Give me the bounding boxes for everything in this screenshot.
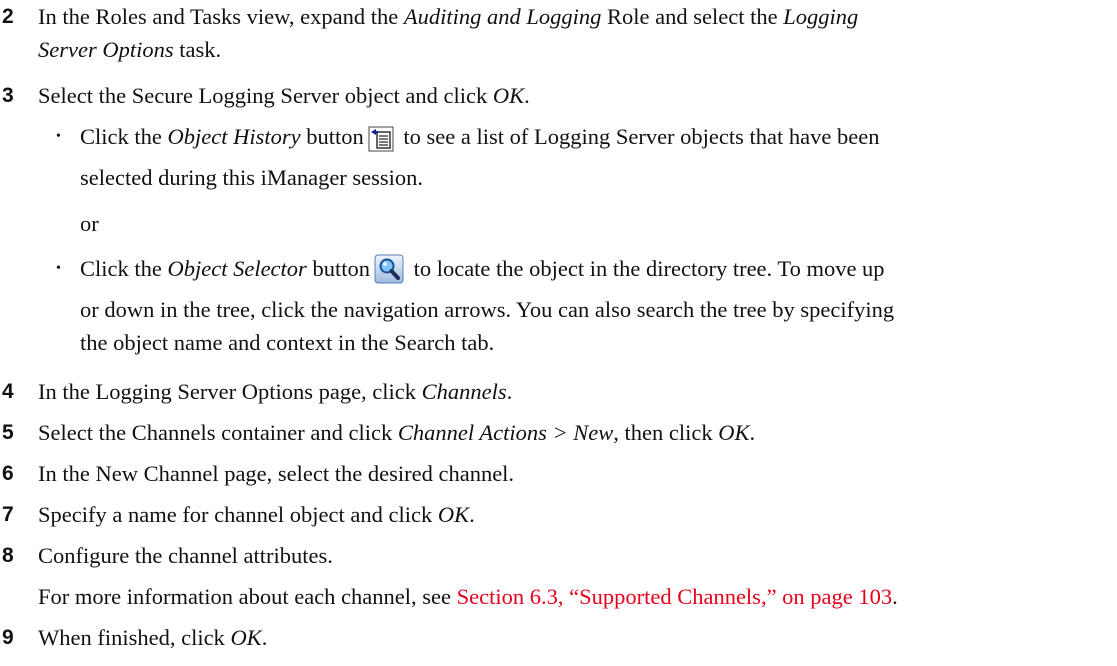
text: button <box>306 256 370 281</box>
object-selector-icon[interactable] <box>374 254 404 293</box>
step-text: Configure the channel attributes. <box>38 543 333 568</box>
step-number: 3 <box>2 84 14 107</box>
text: Select the Secure Logging Server object … <box>38 83 493 108</box>
step-text: In the New Channel page, select the desi… <box>38 461 515 486</box>
text-italic: Auditing and Logging <box>403 4 602 29</box>
step-text: Select the Secure Logging Server object … <box>38 79 1108 112</box>
text: For more information about each channel,… <box>38 584 457 609</box>
text: . <box>892 584 898 609</box>
bullet-glyph: • <box>56 261 61 276</box>
text-italic: OK <box>492 83 525 108</box>
bullet-text: Click the Object History button to see a… <box>80 120 1110 194</box>
text-italic: OK <box>230 625 262 650</box>
text: button <box>300 124 364 149</box>
text-italic: Server Options <box>38 37 174 62</box>
step-number: 7 <box>2 503 14 526</box>
text: Select the Channels container and click <box>38 420 398 445</box>
text-italic: Channels <box>421 379 507 404</box>
text: or down in the tree, click the navigatio… <box>80 297 895 322</box>
text: Click the <box>80 124 168 149</box>
step-text: Specify a name for channel object and cl… <box>38 498 1108 531</box>
text-italic: Logging <box>783 4 859 29</box>
text: When finished, click <box>38 625 231 650</box>
text: . <box>749 420 756 445</box>
text: . <box>506 379 513 404</box>
step-text: When finished, click OK. <box>38 621 1108 654</box>
step-text: In the Roles and Tasks view, expand the … <box>38 0 1108 66</box>
text: In the Logging Server Options page, clic… <box>38 379 422 404</box>
text: . <box>261 625 268 650</box>
step-text: In the Logging Server Options page, clic… <box>38 375 1108 408</box>
text: the object name and context in the Searc… <box>80 330 495 355</box>
step-number: 5 <box>2 421 14 444</box>
bullet-glyph: • <box>56 129 61 144</box>
text: Click the <box>80 256 168 281</box>
step-number: 2 <box>2 5 14 28</box>
text: . <box>524 83 530 108</box>
step-number: 8 <box>2 544 14 567</box>
section-link[interactable]: Section 6.3, “Supported Channels,” on pa… <box>457 584 893 609</box>
text-italic: OK <box>437 502 470 527</box>
step-number: 4 <box>2 380 14 403</box>
step-number: 9 <box>2 626 14 649</box>
text: task. <box>173 37 222 62</box>
text-italic: Channel Actions > New <box>397 420 614 445</box>
text: selected during this iManager session. <box>80 165 424 190</box>
text: to locate the object in the directory tr… <box>407 256 885 281</box>
text-italic: Object Selector <box>167 256 307 281</box>
step-text: Select the Channels container and click … <box>38 416 1108 449</box>
step-number: 6 <box>2 462 14 485</box>
object-history-icon[interactable] <box>368 126 394 161</box>
text: Specify a name for channel object and cl… <box>38 502 438 527</box>
text: . <box>469 502 475 527</box>
text: , then click <box>613 420 719 445</box>
bullet-text: Click the Object Selector button to loca… <box>80 252 1110 359</box>
note-text: For more information about each channel,… <box>38 580 1108 613</box>
text: In the Roles and Tasks view, expand the <box>38 4 404 29</box>
text-italic: OK <box>718 420 750 445</box>
text: to see a list of Logging Server objects … <box>397 124 880 149</box>
text-italic: Object History <box>167 124 301 149</box>
text: Role and select the <box>601 4 784 29</box>
or-text: or <box>80 211 99 236</box>
